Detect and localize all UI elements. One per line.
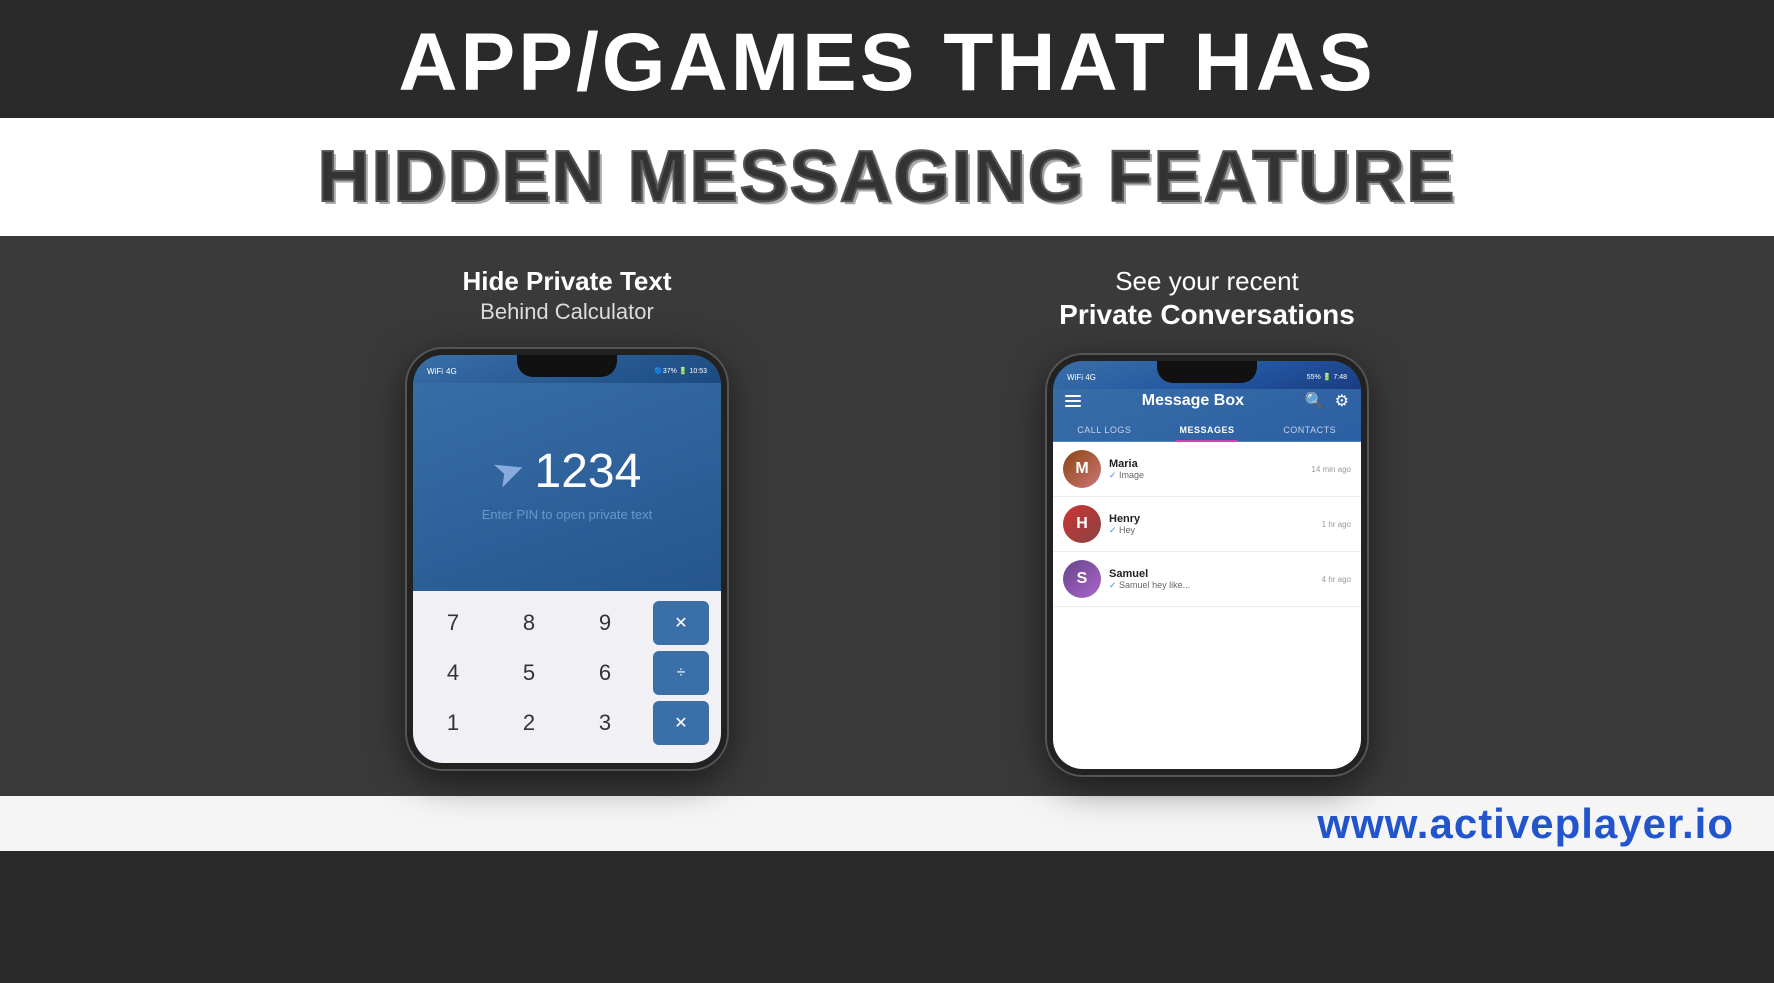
calc-btn-7: 7 [425,601,481,645]
msg-name-henry: Henry [1109,513,1314,525]
calc-btn-1: 1 [425,701,481,745]
msg-preview-henry: ✓ Hey [1109,525,1314,536]
calc-btn-4: 4 [425,651,481,695]
calc-btn-3: 3 [577,701,633,745]
main-content: Hide Private Text Behind Calculator WiFi… [0,236,1774,796]
calc-hint: Enter PIN to open private text [482,507,653,522]
calc-grid: 7 8 9 ✕ 4 5 6 ÷ 1 2 3 ✕ [413,591,721,763]
msg-status-left: WiFi 4G [1067,373,1096,382]
status-left: WiFi 4G [427,367,457,376]
msg-screen: WiFi 4G 55% 🔋 7:48 Message Box 🔍 [1053,361,1361,769]
pin-number: 1234 [535,444,642,499]
messages-phone: WiFi 4G 55% 🔋 7:48 Message Box 🔍 [1047,355,1367,775]
calc-btn-divide: ÷ [653,651,709,695]
left-phone-card: Hide Private Text Behind Calculator WiFi… [287,266,847,769]
msg-tabs: CALL LOGS MESSAGES CONTACTS [1053,419,1361,442]
msg-name-maria: Maria [1109,458,1303,470]
phone-notch-left [517,355,617,377]
toolbar-title: Message Box [1142,392,1244,410]
subtitle-title: HIDDEN MESSAGING FEATURE [20,136,1754,218]
msg-info-henry: Henry ✓ Hey [1109,513,1314,536]
calc-btn-2: 2 [501,701,557,745]
tab-messages: MESSAGES [1156,419,1259,441]
msg-preview-samuel: ✓ Samuel hey like... [1109,580,1314,591]
msg-item-henry: H Henry ✓ Hey 1 hr ago [1053,497,1361,552]
phone-notch-right [1157,361,1257,383]
right-phone-card: See your recent Private Conversations Wi… [927,266,1487,775]
left-label: Hide Private Text [462,266,671,297]
subtitle-band: HIDDEN MESSAGING FEATURE [0,118,1774,236]
calc-btn-backspace: ✕ [653,601,709,645]
calc-btn-6: 6 [577,651,633,695]
msg-preview-maria: ✓ Image [1109,470,1303,481]
toolbar-icons: 🔍 ⚙ [1305,391,1349,411]
msg-time-henry: 1 hr ago [1322,520,1351,529]
msg-time-samuel: 4 hr ago [1322,575,1351,584]
message-list: M Maria ✓ Image 14 min ago H [1053,442,1361,769]
settings-icon: ⚙ [1335,391,1349,411]
left-label-bold: Hide Private Text [462,266,671,296]
avatar-samuel: S [1063,560,1101,598]
avatar-maria: M [1063,450,1101,488]
search-icon: 🔍 [1305,391,1325,411]
msg-time-maria: 14 min ago [1311,465,1351,474]
right-label-line2: Private Conversations [1059,299,1355,331]
calc-btn-5: 5 [501,651,557,695]
status-right: 🔵37% 🔋 10:53 [654,367,707,375]
msg-item-maria: M Maria ✓ Image 14 min ago [1053,442,1361,497]
hamburger-icon [1065,395,1081,407]
calc-btn-8: 8 [501,601,557,645]
pin-display: ➤ 1234 [493,444,642,499]
arrow-icon: ➤ [486,445,531,498]
right-card-text: See your recent Private Conversations [1059,266,1355,331]
left-card-text: Hide Private Text Behind Calculator [462,266,671,325]
calc-btn-multiply: ✕ [653,701,709,745]
msg-info-samuel: Samuel ✓ Samuel hey like... [1109,568,1314,591]
msg-info-maria: Maria ✓ Image [1109,458,1303,481]
calc-row-1: 7 8 9 ✕ [425,601,709,645]
msg-status-right: 55% 🔋 7:48 [1307,373,1347,381]
right-label-line1: See your recent [1059,266,1355,297]
avatar-henry: H [1063,505,1101,543]
tab-call-logs: CALL LOGS [1053,419,1156,441]
calc-row-3: 1 2 3 ✕ [425,701,709,745]
calc-screen: WiFi 4G 🔵37% 🔋 10:53 ➤ 1234 Enter PIN to… [413,355,721,763]
top-banner: APP/GAMES THAT HAS [0,0,1774,118]
calc-row-2: 4 5 6 ÷ [425,651,709,695]
msg-item-samuel: S Samuel ✓ Samuel hey like... 4 hr ago [1053,552,1361,607]
calc-top: ➤ 1234 Enter PIN to open private text [413,355,721,591]
msg-name-samuel: Samuel [1109,568,1314,580]
calc-btn-9: 9 [577,601,633,645]
brand-url: www.activeplayer.io [1317,800,1734,848]
main-title: APP/GAMES THAT HAS [20,18,1754,108]
tab-contacts: CONTACTS [1258,419,1361,441]
calculator-phone: WiFi 4G 🔵37% 🔋 10:53 ➤ 1234 Enter PIN to… [407,349,727,769]
left-sublabel: Behind Calculator [462,299,671,325]
bottom-brand: www.activeplayer.io [0,796,1774,851]
